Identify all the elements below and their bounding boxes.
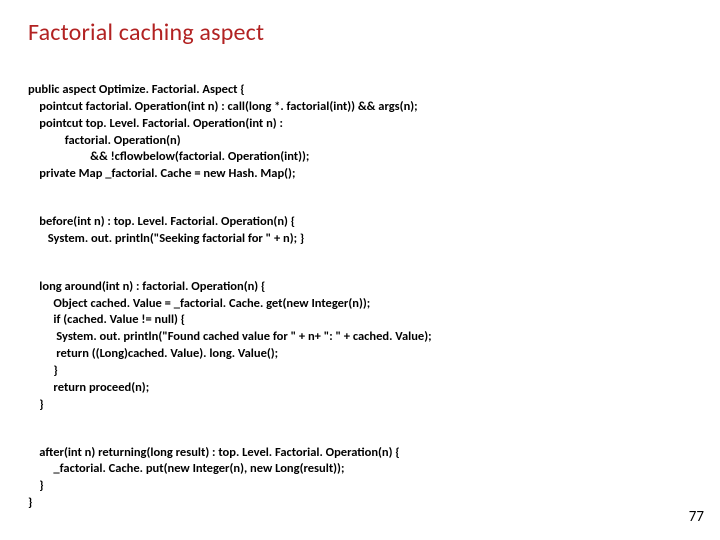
code-line: private Map _factorial. Cache = new Hash… xyxy=(28,166,295,181)
page-number: 77 xyxy=(689,508,704,526)
code-line: return proceed(n); xyxy=(28,380,149,395)
code-line: return ((Long)cached. Value). long. Valu… xyxy=(28,346,278,361)
code-line: Object cached. Value = _factorial. Cache… xyxy=(28,296,370,311)
code-line: System. out. println("Found cached value… xyxy=(28,329,432,344)
code-line: _factorial. Cache. put(new Integer(n), n… xyxy=(28,461,344,476)
code-line: } xyxy=(28,363,58,378)
code-line: && !cflowbelow(factorial. Operation(int)… xyxy=(28,149,309,164)
code-line: factorial. Operation(n) xyxy=(28,133,181,148)
slide-title: Factorial caching aspect xyxy=(28,18,692,47)
code-line: } xyxy=(28,397,44,412)
code-line: pointcut top. Level. Factorial. Operatio… xyxy=(28,116,283,131)
code-line: } xyxy=(28,478,44,493)
slide: Factorial caching aspect public aspect O… xyxy=(0,0,720,540)
code-line: System. out. println("Seeking factorial … xyxy=(28,231,304,246)
code-block: public aspect Optimize. Factorial. Aspec… xyxy=(28,65,692,540)
code-line: long around(int n) : factorial. Operatio… xyxy=(28,279,265,294)
code-section-before: before(int n) : top. Level. Factorial. O… xyxy=(28,214,692,248)
code-line: after(int n) returning(long result) : to… xyxy=(28,445,400,460)
code-line: pointcut factorial. Operation(int n) : c… xyxy=(28,99,418,114)
code-line: public aspect Optimize. Factorial. Aspec… xyxy=(28,82,245,97)
code-line: before(int n) : top. Level. Factorial. O… xyxy=(28,214,295,229)
code-section-around: long around(int n) : factorial. Operatio… xyxy=(28,279,692,414)
code-section-after: after(int n) returning(long result) : to… xyxy=(28,445,692,513)
code-line: } xyxy=(28,495,32,510)
code-line: if (cached. Value != null) { xyxy=(28,312,185,327)
code-section-declarations: public aspect Optimize. Factorial. Aspec… xyxy=(28,82,692,183)
